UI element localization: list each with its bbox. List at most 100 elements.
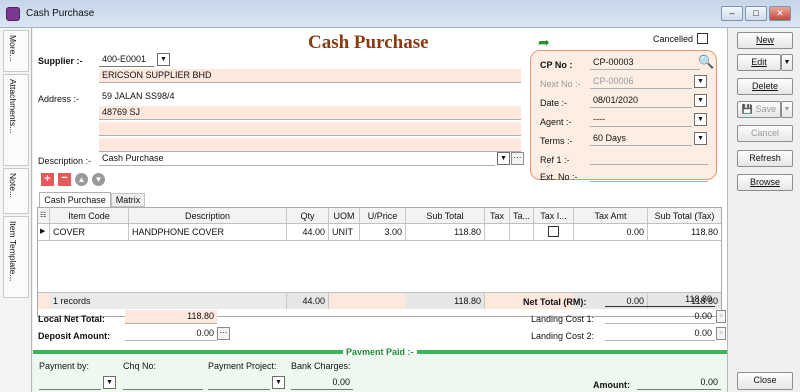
amount-field[interactable]: 0.00 bbox=[637, 376, 721, 390]
payment-by-field[interactable] bbox=[39, 376, 101, 390]
supplier-label: Supplier :- bbox=[38, 56, 83, 66]
move-down-icon[interactable]: ▼ bbox=[92, 173, 105, 186]
next-no-dropdown-icon[interactable]: ▼ bbox=[694, 75, 707, 88]
edit-button[interactable]: Edit bbox=[737, 54, 781, 71]
col-subtotal[interactable]: Sub Total bbox=[406, 208, 485, 223]
col-item-code[interactable]: Item Code bbox=[50, 208, 129, 223]
cp-no-field[interactable]: CP-00003 bbox=[590, 56, 700, 70]
description-more-button[interactable]: ⋯ bbox=[511, 152, 524, 165]
cell-tax-amt[interactable]: 0.00 bbox=[574, 224, 648, 240]
row-indicator-icon: ▶ bbox=[38, 224, 50, 240]
next-no-field: CP-00006 bbox=[590, 75, 692, 89]
refresh-button[interactable]: Refresh bbox=[737, 150, 793, 167]
table-row[interactable]: ▶ COVER HANDPHONE COVER 44.00 UNIT 3.00 … bbox=[38, 224, 721, 241]
title-bar: Cash Purchase – □ ✕ bbox=[0, 0, 800, 28]
search-icon[interactable]: 🔍 bbox=[698, 54, 714, 70]
tax-inclusive-checkbox[interactable] bbox=[548, 226, 559, 237]
tab-attachments[interactable]: Attachments... bbox=[3, 74, 29, 166]
minimize-button[interactable]: – bbox=[721, 6, 743, 21]
landing-cost1-add-icon[interactable]: + bbox=[716, 310, 726, 323]
cp-no-label: CP No : bbox=[540, 60, 573, 70]
cell-uom[interactable]: UNIT bbox=[329, 224, 360, 240]
agent-dropdown-icon[interactable]: ▼ bbox=[694, 113, 707, 126]
delete-button[interactable]: Delete bbox=[737, 78, 793, 95]
col-qty[interactable]: Qty bbox=[287, 208, 329, 223]
cancel-button: Cancel bbox=[737, 125, 793, 142]
maximize-button[interactable]: □ bbox=[745, 6, 767, 21]
cell-tax[interactable] bbox=[485, 224, 510, 240]
agent-field[interactable]: ---- bbox=[590, 113, 692, 127]
bank-charges-field[interactable]: 0.00 bbox=[291, 376, 353, 390]
cell-uprice[interactable]: 3.00 bbox=[360, 224, 406, 240]
new-button[interactable]: New bbox=[737, 32, 793, 49]
browse-button[interactable]: Browse bbox=[737, 174, 793, 191]
tab-item-template[interactable]: Item Template... bbox=[3, 216, 29, 298]
save-button: 💾 Save bbox=[737, 101, 781, 118]
action-bar: New Edit ▼ Delete 💾 Save ▼ Cancel Refres… bbox=[727, 28, 800, 392]
payment-project-field[interactable] bbox=[208, 376, 270, 390]
landing-cost2-add-icon[interactable]: + bbox=[716, 327, 726, 340]
ext-no-field[interactable] bbox=[590, 168, 708, 182]
cancelled-checkbox[interactable] bbox=[697, 33, 708, 44]
deposit-field[interactable]: 0.00 bbox=[125, 327, 217, 341]
address-line1[interactable]: 59 JALAN SS98/4 bbox=[99, 90, 521, 104]
tab-cash-purchase[interactable]: Cash Purchase bbox=[39, 192, 111, 207]
terms-dropdown-icon[interactable]: ▼ bbox=[694, 132, 707, 145]
cell-tax-inclusive[interactable] bbox=[534, 224, 574, 240]
description-dropdown-icon[interactable]: ▼ bbox=[497, 152, 510, 165]
date-label: Date :- bbox=[540, 98, 568, 108]
landing-cost2-field[interactable]: 0.00 bbox=[605, 327, 715, 341]
tab-note[interactable]: Note... bbox=[3, 168, 29, 214]
address-line3[interactable] bbox=[99, 122, 521, 136]
col-tax-rate[interactable]: Ta... bbox=[510, 208, 534, 223]
col-tax-inclusive[interactable]: Tax I... bbox=[534, 208, 574, 223]
chq-no-field[interactable] bbox=[123, 376, 203, 390]
close-button[interactable]: Close bbox=[737, 372, 793, 390]
next-no-label: Next No :- bbox=[540, 79, 581, 89]
share-arrow-icon[interactable]: ➦ bbox=[538, 34, 550, 51]
cell-qty[interactable]: 44.00 bbox=[287, 224, 329, 240]
cp-info-panel: CP No : CP-00003 🔍 Next No :- CP-00006 ▼… bbox=[530, 50, 717, 182]
deposit-more-button[interactable]: ⋯ bbox=[217, 327, 230, 340]
address-line2[interactable]: 48769 SJ bbox=[99, 106, 521, 120]
payment-project-dropdown-icon[interactable]: ▼ bbox=[272, 376, 285, 389]
date-dropdown-icon[interactable]: ▼ bbox=[694, 94, 707, 107]
ext-no-label: Ext. No :- bbox=[540, 172, 578, 182]
remove-row-icon[interactable]: − bbox=[58, 173, 71, 186]
landing-cost1-field[interactable]: 0.00 bbox=[605, 310, 715, 324]
edit-dropdown-icon[interactable]: ▼ bbox=[781, 54, 793, 71]
terms-label: Terms :- bbox=[540, 136, 573, 146]
move-up-icon[interactable]: ▲ bbox=[75, 173, 88, 186]
amount-label: Amount: bbox=[593, 380, 630, 390]
tab-more[interactable]: More... bbox=[3, 30, 29, 72]
cell-description[interactable]: HANDPHONE COVER bbox=[129, 224, 287, 240]
col-tax[interactable]: Tax bbox=[485, 208, 510, 223]
save-dropdown-icon: ▼ bbox=[781, 101, 793, 118]
col-tax-amt[interactable]: Tax Amt bbox=[574, 208, 648, 223]
col-subtotal-tax[interactable]: Sub Total (Tax) bbox=[648, 208, 721, 223]
col-uom[interactable]: UOM bbox=[329, 208, 360, 223]
save-icon: 💾 bbox=[741, 104, 756, 114]
supplier-name-field[interactable]: ERICSON SUPPLIER BHD bbox=[99, 69, 521, 83]
description-field[interactable]: Cash Purchase bbox=[99, 152, 495, 166]
supplier-dropdown-icon[interactable]: ▼ bbox=[157, 53, 170, 66]
payment-by-dropdown-icon[interactable]: ▼ bbox=[103, 376, 116, 389]
net-total-field: 118.80 bbox=[605, 293, 715, 307]
tab-matrix[interactable]: Matrix bbox=[111, 193, 145, 207]
grid-menu-icon[interactable]: ☷ bbox=[38, 208, 50, 223]
address-line4[interactable] bbox=[99, 138, 521, 152]
landing-cost1-label: Landing Cost 1: bbox=[531, 314, 595, 324]
cell-subtotal-tax[interactable]: 118.80 bbox=[648, 224, 721, 240]
col-uprice[interactable]: U/Price bbox=[360, 208, 406, 223]
ref1-field[interactable] bbox=[590, 151, 708, 165]
cell-tax-rate[interactable] bbox=[510, 224, 534, 240]
supplier-code-field[interactable]: 400-E0001 bbox=[99, 53, 154, 67]
col-description[interactable]: Description bbox=[129, 208, 287, 223]
close-window-button[interactable]: ✕ bbox=[769, 6, 791, 21]
terms-field[interactable]: 60 Days bbox=[590, 132, 692, 146]
net-total-label: Net Total (RM): bbox=[523, 297, 587, 307]
cell-item-code[interactable]: COVER bbox=[50, 224, 129, 240]
add-row-icon[interactable]: + bbox=[41, 173, 54, 186]
cell-subtotal[interactable]: 118.80 bbox=[406, 224, 485, 240]
date-field[interactable]: 08/01/2020 bbox=[590, 94, 692, 108]
